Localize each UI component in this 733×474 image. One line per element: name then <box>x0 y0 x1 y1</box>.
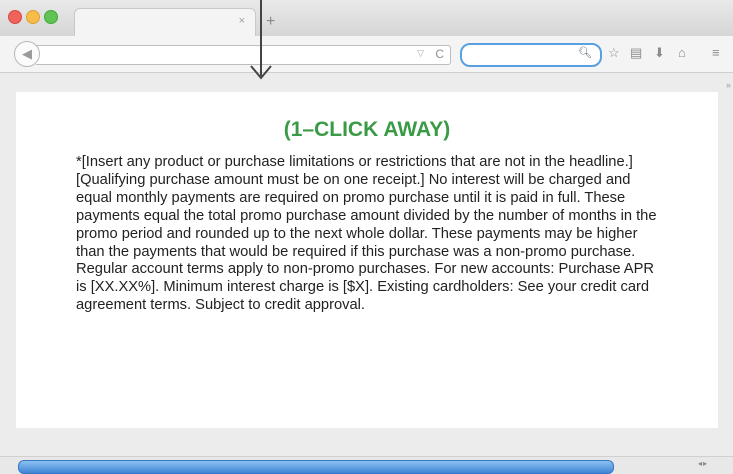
down-arrow-icon <box>250 0 272 80</box>
browser-window: × + ▽ C ◀ 🔍︎ ☆ ▤ ⬇ ⌂ ≡ » (1–CLICK AWAY) … <box>0 0 733 474</box>
